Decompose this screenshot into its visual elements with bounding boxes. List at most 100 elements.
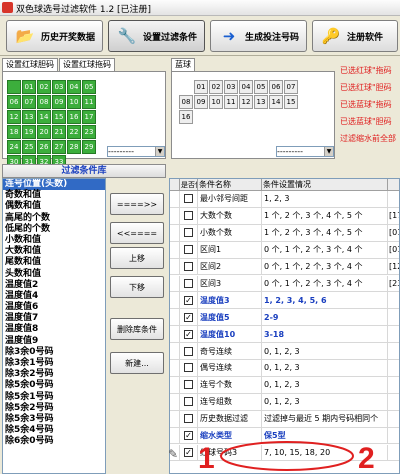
table-row[interactable]: ✓ 温度值5 2-9 (170, 309, 399, 327)
filter-library-item[interactable]: 奇数和值 (3, 190, 105, 201)
red-ball-08[interactable]: 08 (37, 95, 51, 109)
blue-ball-16[interactable]: 16 (179, 110, 193, 124)
red-ball-06[interactable]: 06 (7, 95, 21, 109)
red-ball-20[interactable]: 20 (37, 125, 51, 139)
red-ball-27[interactable]: 27 (52, 140, 66, 154)
use-checkbox[interactable] (184, 228, 193, 238)
use-checkbox[interactable] (184, 278, 193, 288)
red-ball-04[interactable]: 04 (67, 80, 81, 94)
use-checkbox[interactable] (184, 262, 193, 272)
red-ball-22[interactable]: 22 (67, 125, 81, 139)
filter-library-item[interactable]: 除3余0号码 (3, 347, 105, 358)
blue-ball-05[interactable]: 05 (254, 80, 268, 94)
use-checkbox[interactable] (184, 397, 193, 407)
table-row[interactable]: 最小邻号间距 1, 2, 3 (170, 191, 399, 208)
red-ball-05[interactable]: 05 (82, 80, 96, 94)
filter-library-item[interactable]: 高尾的个数 (3, 213, 105, 224)
red-ball-03[interactable]: 03 (52, 80, 66, 94)
red-ball-09[interactable]: 09 (52, 95, 66, 109)
register-button[interactable]: 🔑 注册软件 (312, 20, 398, 52)
red-ball-26[interactable]: 26 (37, 140, 51, 154)
red-ball-17[interactable]: 17 (82, 110, 96, 124)
blue-ball-02[interactable]: 02 (209, 80, 223, 94)
filter-library-item[interactable]: 温度值9 (3, 336, 105, 347)
filter-library-item[interactable]: 温度值8 (3, 324, 105, 335)
filter-library-item[interactable]: 偶数和值 (3, 201, 105, 212)
tab-blue[interactable]: 蓝球 (171, 58, 195, 71)
table-row[interactable]: 连号个数 0, 1, 2, 3 (170, 376, 399, 394)
red-ball-29[interactable]: 29 (82, 140, 96, 154)
use-checkbox[interactable] (184, 245, 193, 255)
add-condition-button[interactable]: ====>> (110, 193, 164, 215)
filter-library-item[interactable]: 除5余2号码 (3, 403, 105, 414)
table-row[interactable]: 连号组数 0, 1, 2, 3 (170, 393, 399, 411)
red-ball-11[interactable]: 11 (82, 95, 96, 109)
filter-library-item[interactable]: 除6余0号码 (3, 436, 105, 447)
filter-library-item[interactable]: 小数和值 (3, 235, 105, 246)
set-filter-button[interactable]: 🔧 设置过滤条件 (108, 20, 205, 52)
blue-ball-08[interactable]: 08 (179, 95, 193, 109)
filter-library-item[interactable]: 温度值7 (3, 313, 105, 324)
blue-ball-07[interactable]: 07 (284, 80, 298, 94)
table-row[interactable]: 区间20 个, 1 个, 2 个, 3 个, 4 个[12 (170, 258, 399, 276)
filter-library-item[interactable]: 除3余2号码 (3, 369, 105, 380)
red-ball-25[interactable]: 25 (22, 140, 36, 154)
use-checkbox[interactable]: ✓ (184, 312, 193, 322)
filter-library-item[interactable]: 除3余1号码 (3, 358, 105, 369)
filter-library-item[interactable]: 温度值2 (3, 280, 105, 291)
red-ball-15[interactable]: 15 (52, 110, 66, 124)
table-row[interactable]: ✓ 温度值3 1, 2, 3, 4, 5, 6 (170, 292, 399, 310)
red-ball-19[interactable]: 19 (22, 125, 36, 139)
blue-ball-11[interactable]: 11 (224, 95, 238, 109)
move-down-button[interactable]: 下移 (110, 276, 164, 298)
move-up-button[interactable]: 上移 (110, 247, 164, 269)
tab-red-tuo[interactable]: 设置红球拖码 (59, 58, 115, 71)
filter-library-item[interactable]: 除5余0号码 (3, 380, 105, 391)
table-row[interactable]: 奇号连续 0, 1, 2, 3 (170, 343, 399, 360)
table-row[interactable]: 小数个数1 个, 2 个, 3 个, 4 个, 5 个[01 (170, 224, 399, 242)
filter-library-item[interactable]: 尾数和值 (3, 257, 105, 268)
filter-library-list[interactable]: 连号位置(头数) 奇数和值 偶数和值 高尾的个数 低尾的个数 小数和值 大数和值 尾数和值 头数… (2, 178, 106, 474)
blue-ball-12[interactable]: 12 (239, 95, 253, 109)
use-checkbox[interactable]: ✓ (184, 329, 193, 339)
remove-condition-button[interactable]: <<==== (110, 222, 164, 244)
blue-ball-14[interactable]: 14 (269, 95, 283, 109)
filter-library-item[interactable]: 大数和值 (3, 246, 105, 257)
filter-library-item[interactable]: 头数和值 (3, 269, 105, 280)
use-checkbox[interactable] (184, 211, 193, 221)
generate-numbers-button[interactable]: ➜ 生成投注号码 (210, 20, 307, 52)
use-checkbox[interactable] (184, 194, 193, 204)
tab-red-dan[interactable]: 设置红球胆码 (2, 58, 58, 71)
red-ball-12[interactable]: 12 (7, 110, 21, 124)
blue-ball-09[interactable]: 09 (194, 95, 208, 109)
filter-library-item[interactable]: 除5余4号码 (3, 425, 105, 436)
filter-library-item[interactable]: 除5余3号码 (3, 414, 105, 425)
blue-ball-06[interactable]: 06 (269, 80, 283, 94)
red-ball-16[interactable]: 16 (67, 110, 81, 124)
table-row[interactable]: 区间10 个, 1 个, 2 个, 3 个, 4 个[01 (170, 241, 399, 259)
red-ball-14[interactable]: 14 (37, 110, 51, 124)
red-ball-18[interactable]: 18 (7, 125, 21, 139)
red-ball-10[interactable]: 10 (67, 95, 81, 109)
filter-library-item[interactable]: 温度值6 (3, 302, 105, 313)
blue-ball-13[interactable]: 13 (254, 95, 268, 109)
table-row[interactable]: ✓ 温度值10 3-18 (170, 326, 399, 344)
delete-library-button[interactable]: 删除库条件 (110, 318, 164, 340)
red-select[interactable]: --------- ▼ (107, 146, 165, 157)
filter-library-item[interactable]: 温度值4 (3, 291, 105, 302)
red-ball-13[interactable]: 13 (22, 110, 36, 124)
blue-ball-15[interactable]: 15 (284, 95, 298, 109)
blue-ball-10[interactable]: 10 (209, 95, 223, 109)
new-condition-button[interactable]: 新建... (110, 352, 164, 374)
blue-ball-04[interactable]: 04 (239, 80, 253, 94)
use-checkbox[interactable]: ✓ (184, 295, 193, 305)
red-ball-07[interactable]: 07 (22, 95, 36, 109)
red-ball-28[interactable]: 28 (67, 140, 81, 154)
use-checkbox[interactable] (184, 380, 193, 390)
blue-ball-01[interactable]: 01 (194, 80, 208, 94)
filter-library-item[interactable]: 低尾的个数 (3, 224, 105, 235)
use-checkbox[interactable] (184, 363, 193, 373)
filter-library-item[interactable]: 除5余1号码 (3, 392, 105, 403)
table-row[interactable]: 区间30 个, 1 个, 2 个, 3 个, 4 个[23 (170, 275, 399, 293)
blue-ball-03[interactable]: 03 (224, 80, 238, 94)
